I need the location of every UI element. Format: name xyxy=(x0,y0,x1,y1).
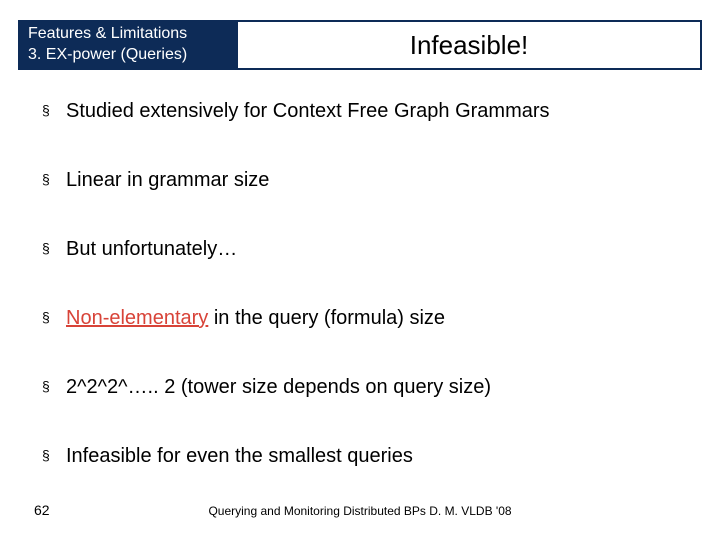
bullet-icon: § xyxy=(42,170,56,188)
list-item-text: Studied extensively for Context Free Gra… xyxy=(66,98,690,124)
header-left-box: Features & Limitations 3. EX-power (Quer… xyxy=(20,22,238,68)
list-item: § But unfortunately… xyxy=(42,236,690,262)
list-item-text: 2^2^2^….. 2 (tower size depends on query… xyxy=(66,374,690,400)
bullet-icon: § xyxy=(42,446,56,464)
slide-header: Features & Limitations 3. EX-power (Quer… xyxy=(18,20,702,70)
slide: Features & Limitations 3. EX-power (Quer… xyxy=(0,0,720,540)
footer-text: Querying and Monitoring Distributed BPs … xyxy=(0,504,720,518)
list-item-text: But unfortunately… xyxy=(66,236,690,262)
bullet-icon: § xyxy=(42,101,56,119)
header-left-line2: 3. EX-power (Queries) xyxy=(28,45,238,66)
bullet-icon: § xyxy=(42,377,56,395)
list-item: § Linear in grammar size xyxy=(42,167,690,193)
slide-footer: 62 Querying and Monitoring Distributed B… xyxy=(0,498,720,518)
bullet-icon: § xyxy=(42,308,56,326)
header-left-line1: Features & Limitations xyxy=(28,24,238,45)
bullet-list: § Studied extensively for Context Free G… xyxy=(42,98,690,512)
list-item-text: Infeasible for even the smallest queries xyxy=(66,443,690,469)
list-item-text: Non-elementary in the query (formula) si… xyxy=(66,305,690,331)
list-item: § Non-elementary in the query (formula) … xyxy=(42,305,690,331)
list-item-rest: in the query (formula) size xyxy=(208,307,445,329)
list-item-text: Linear in grammar size xyxy=(66,167,690,193)
list-item: § Infeasible for even the smallest queri… xyxy=(42,443,690,469)
header-title: Infeasible! xyxy=(238,22,700,68)
list-item: § Studied extensively for Context Free G… xyxy=(42,98,690,124)
list-item: § 2^2^2^….. 2 (tower size depends on que… xyxy=(42,374,690,400)
highlight-text: Non-elementary xyxy=(66,307,208,329)
bullet-icon: § xyxy=(42,239,56,257)
